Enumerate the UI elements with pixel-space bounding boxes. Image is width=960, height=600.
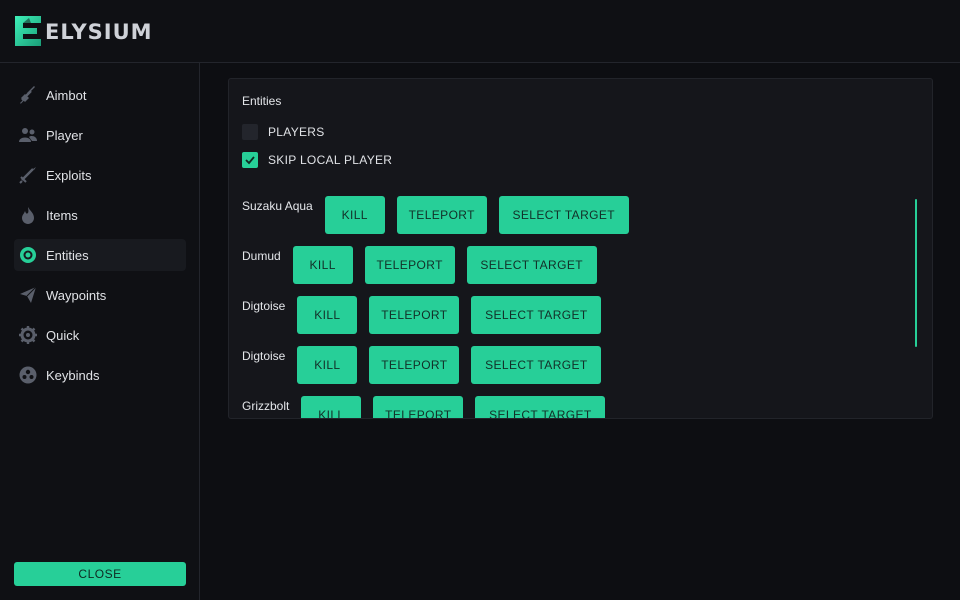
sidebar-item-items[interactable]: Items bbox=[14, 199, 186, 231]
skip-local-player-option[interactable]: SKIP LOCAL PLAYER bbox=[242, 152, 392, 168]
panel-title: Entities bbox=[242, 94, 282, 108]
logo-e-icon bbox=[15, 16, 41, 46]
skip-local-player-label: SKIP LOCAL PLAYER bbox=[268, 153, 393, 167]
sidebar-item-waypoints[interactable]: Waypoints bbox=[14, 279, 186, 311]
select-target-button[interactable]: SELECT TARGET bbox=[475, 396, 606, 418]
sidebar-item-label: Exploits bbox=[46, 167, 92, 183]
sidebar-item-label: Entities bbox=[46, 247, 89, 263]
kill-button[interactable]: KILL bbox=[301, 396, 362, 418]
sword-icon bbox=[18, 85, 38, 105]
entities-panel: Entities PLAYERS SKIP LOCAL PLAYER Suzak… bbox=[228, 78, 933, 419]
kill-button[interactable]: KILL bbox=[297, 346, 358, 384]
teleport-button[interactable]: TELEPORT bbox=[396, 196, 487, 234]
entity-name: Digtoise bbox=[242, 349, 286, 363]
teleport-button[interactable]: TELEPORT bbox=[364, 246, 455, 284]
fire-icon bbox=[18, 205, 38, 225]
app-header: ELYSIUM bbox=[0, 0, 960, 63]
entity-name: Suzaku Aqua bbox=[242, 199, 313, 213]
select-target-button[interactable]: SELECT TARGET bbox=[498, 196, 629, 234]
app-title: ELYSIUM bbox=[45, 20, 153, 44]
sidebar-item-label: Aimbot bbox=[46, 87, 87, 103]
sword-icon bbox=[18, 165, 38, 185]
sidebar-item-label: Player bbox=[46, 127, 83, 143]
sidebar-item-label: Quick bbox=[46, 327, 80, 343]
teleport-button[interactable]: TELEPORT bbox=[373, 396, 464, 418]
skip-local-player-checkbox[interactable] bbox=[242, 152, 258, 168]
entity-row: Digtoise KILL TELEPORT SELECT TARGET bbox=[242, 296, 613, 334]
sidebar-item-label: Waypoints bbox=[46, 287, 107, 303]
sidebar-item-player[interactable]: Player bbox=[14, 119, 186, 151]
gear-icon bbox=[18, 325, 38, 345]
players-label: PLAYERS bbox=[268, 125, 325, 139]
app-logo: ELYSIUM bbox=[13, 14, 153, 48]
paper-plane-icon bbox=[18, 285, 38, 305]
kill-button[interactable]: KILL bbox=[297, 296, 358, 334]
users-icon bbox=[18, 125, 38, 145]
entity-name: Digtoise bbox=[242, 299, 286, 313]
entity-row: Digtoise KILL TELEPORT SELECT TARGET bbox=[242, 346, 613, 384]
entity-name: Dumud bbox=[242, 249, 281, 263]
sidebar-item-aimbot[interactable]: Aimbot bbox=[14, 79, 186, 111]
teleport-button[interactable]: TELEPORT bbox=[369, 296, 460, 334]
sidebar-item-label: Keybinds bbox=[46, 367, 100, 383]
entity-row: Suzaku Aqua KILL TELEPORT SELECT TARGET bbox=[242, 196, 641, 234]
target-icon bbox=[18, 245, 38, 265]
sidebar-item-label: Items bbox=[46, 207, 78, 223]
checkmark-icon bbox=[245, 156, 255, 165]
sidebar-item-exploits[interactable]: Exploits bbox=[14, 159, 186, 191]
gamepad-icon bbox=[18, 365, 38, 385]
entity-row: Grizzbolt KILL TELEPORT SELECT TARGET bbox=[242, 396, 617, 418]
sidebar-item-quick[interactable]: Quick bbox=[14, 319, 186, 351]
sidebar-item-keybinds[interactable]: Keybinds bbox=[14, 359, 186, 391]
select-target-button[interactable]: SELECT TARGET bbox=[471, 346, 602, 384]
kill-button[interactable]: KILL bbox=[292, 246, 353, 284]
scrollbar[interactable] bbox=[915, 199, 917, 347]
select-target-button[interactable]: SELECT TARGET bbox=[471, 296, 602, 334]
kill-button[interactable]: KILL bbox=[324, 196, 385, 234]
players-option[interactable]: PLAYERS bbox=[242, 124, 325, 140]
entity-row: Dumud KILL TELEPORT SELECT TARGET bbox=[242, 246, 609, 284]
sidebar: Aimbot Player Exploits Items Entities Wa… bbox=[0, 63, 200, 600]
players-checkbox[interactable] bbox=[242, 124, 258, 140]
entity-name: Grizzbolt bbox=[242, 399, 290, 413]
sidebar-item-entities[interactable]: Entities bbox=[14, 239, 186, 271]
select-target-button[interactable]: SELECT TARGET bbox=[466, 246, 597, 284]
close-button[interactable]: CLOSE bbox=[14, 562, 186, 586]
teleport-button[interactable]: TELEPORT bbox=[369, 346, 460, 384]
